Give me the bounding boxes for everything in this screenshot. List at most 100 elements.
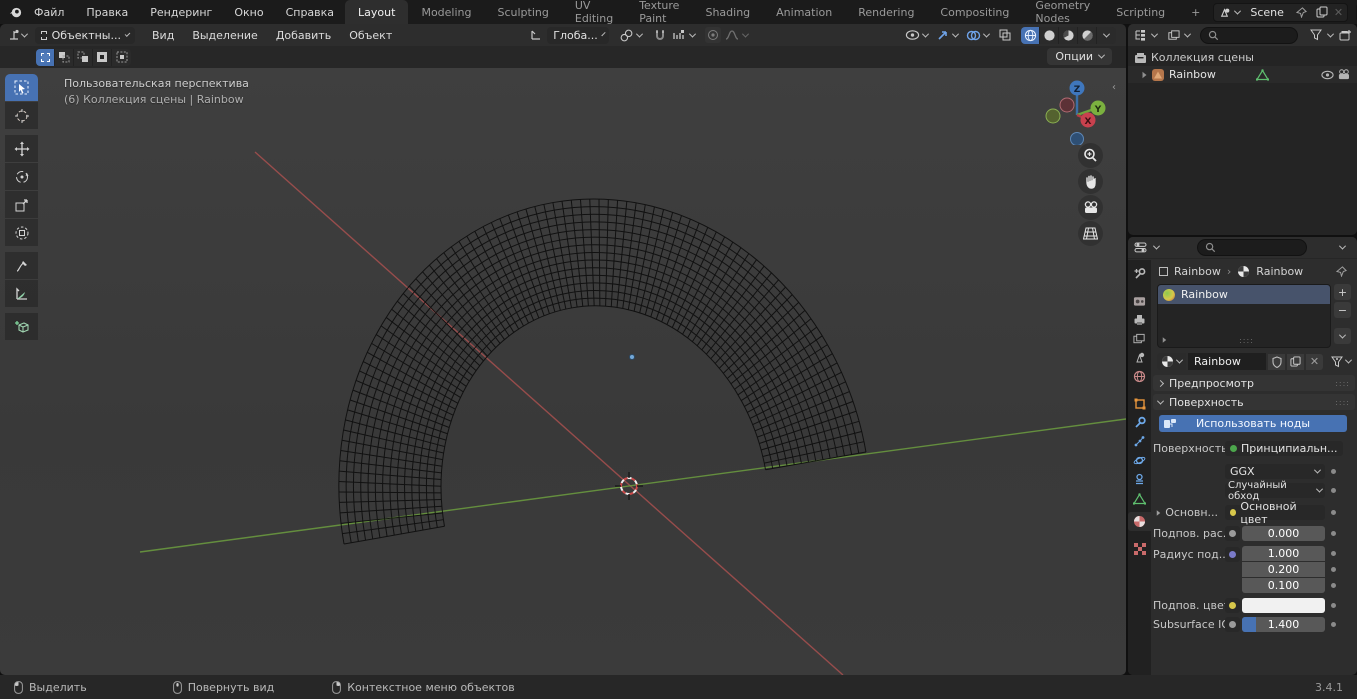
menu-select[interactable]: Выделение bbox=[183, 29, 267, 42]
editor-type-outliner-icon[interactable] bbox=[1132, 27, 1148, 43]
hide-eye-icon[interactable] bbox=[1319, 67, 1335, 83]
shading-wireframe-button[interactable] bbox=[1021, 26, 1040, 44]
workspace-tab-uv-editing[interactable]: UV Editing bbox=[562, 0, 626, 25]
use-nodes-button[interactable]: Использовать ноды bbox=[1159, 415, 1347, 432]
pin-id-icon[interactable] bbox=[1333, 263, 1349, 279]
properties-options-chevron[interactable] bbox=[1338, 242, 1347, 250]
sss-color-socket[interactable] bbox=[1225, 598, 1240, 613]
overlays-dropdown[interactable] bbox=[966, 29, 991, 42]
expand-icon[interactable] bbox=[1142, 71, 1147, 78]
workspace-tab-sculpting[interactable]: Sculpting bbox=[485, 0, 562, 24]
mode-selector[interactable]: Объектны... bbox=[35, 26, 135, 44]
properties-search[interactable] bbox=[1197, 239, 1307, 256]
animate-dot[interactable] bbox=[1330, 510, 1336, 515]
filter-icon[interactable] bbox=[1308, 27, 1324, 43]
tool-annotate[interactable] bbox=[5, 252, 38, 279]
gizmos-dropdown[interactable] bbox=[936, 28, 960, 42]
panel-grip[interactable]: :::: bbox=[1335, 398, 1350, 407]
options-dropdown[interactable]: Опции bbox=[1047, 48, 1112, 65]
workspace-tab-scripting[interactable]: Scripting bbox=[1103, 0, 1178, 24]
breadcrumb-object[interactable]: Rainbow bbox=[1174, 265, 1221, 278]
pin-scene-icon[interactable] bbox=[1294, 4, 1310, 20]
ior-socket[interactable] bbox=[1225, 617, 1240, 632]
tab-physics[interactable] bbox=[1128, 451, 1151, 470]
sss-radius-x[interactable]: 1.000 bbox=[1242, 546, 1325, 561]
editor-type-chevron-icon[interactable] bbox=[20, 30, 29, 38]
workspace-tab-modeling[interactable]: Modeling bbox=[408, 0, 484, 24]
tab-object-data[interactable] bbox=[1128, 489, 1151, 508]
browse-material-button[interactable] bbox=[1157, 353, 1186, 370]
select-mode-extend-button[interactable] bbox=[55, 48, 74, 66]
outliner-row-rainbow[interactable]: Rainbow bbox=[1128, 66, 1357, 83]
sss-radius-socket[interactable] bbox=[1225, 547, 1240, 562]
delete-scene-icon[interactable]: ✕ bbox=[1334, 6, 1343, 19]
menu-render[interactable]: Рендеринг bbox=[139, 0, 223, 24]
tool-scale[interactable] bbox=[5, 191, 38, 218]
select-mode-intersect-button[interactable] bbox=[112, 49, 131, 66]
snap-toggle[interactable] bbox=[652, 27, 668, 43]
select-mode-set-button[interactable] bbox=[36, 48, 55, 66]
workspace-tab-compositing[interactable]: Compositing bbox=[927, 0, 1022, 24]
tab-render[interactable] bbox=[1128, 291, 1151, 310]
tool-select-box[interactable] bbox=[5, 74, 38, 101]
select-mode-invert-button[interactable] bbox=[93, 48, 112, 66]
tool-rotate[interactable] bbox=[5, 163, 38, 190]
tab-texture[interactable] bbox=[1128, 539, 1151, 558]
outliner-editor-chevron[interactable] bbox=[1150, 30, 1159, 38]
menu-add[interactable]: Добавить bbox=[267, 29, 340, 42]
editor-type-3dview-icon[interactable] bbox=[6, 27, 22, 43]
tool-measure[interactable] bbox=[5, 280, 38, 307]
tab-object[interactable] bbox=[1128, 394, 1151, 413]
sidebar-toggle-arrow[interactable]: ‹ bbox=[1112, 82, 1116, 93]
outliner-row-scene-collection[interactable]: Коллекция сцены bbox=[1128, 49, 1357, 66]
surface-shader-dropdown[interactable]: Принципиальн... bbox=[1225, 441, 1343, 456]
animate-dot[interactable] bbox=[1330, 603, 1336, 608]
fake-user-shield-icon[interactable] bbox=[1268, 353, 1285, 370]
menu-object[interactable]: Объект bbox=[340, 29, 401, 42]
panel-grip[interactable]: :::: bbox=[1335, 379, 1350, 388]
tool-transform[interactable] bbox=[5, 219, 38, 246]
camera-view-button[interactable] bbox=[1078, 195, 1103, 220]
orientation-dropdown[interactable]: Глоба... bbox=[547, 26, 610, 44]
tool-add-cube[interactable] bbox=[5, 313, 38, 340]
sss-radius-z[interactable]: 0.100 bbox=[1242, 578, 1325, 593]
perspective-toggle-button[interactable] bbox=[1078, 221, 1103, 246]
new-collection-icon[interactable] bbox=[1337, 27, 1353, 43]
outliner-search[interactable] bbox=[1200, 26, 1298, 44]
select-mode-subtract-button[interactable] bbox=[74, 48, 93, 66]
snap-chevron-icon[interactable] bbox=[689, 30, 697, 38]
list-resize-grip[interactable]: :::: bbox=[1239, 336, 1254, 345]
shading-options-chevron[interactable] bbox=[1097, 27, 1116, 44]
sss-color-swatch[interactable] bbox=[1242, 598, 1325, 613]
sss-radius-y[interactable]: 0.200 bbox=[1242, 562, 1325, 577]
tab-modifiers[interactable] bbox=[1128, 413, 1151, 432]
object-visibility-dropdown[interactable] bbox=[905, 29, 930, 41]
add-slot-button[interactable]: + bbox=[1334, 284, 1351, 300]
copy-material-icon[interactable] bbox=[1287, 353, 1304, 370]
material-slot-selected[interactable]: Rainbow bbox=[1158, 285, 1330, 304]
workspace-tab-layout[interactable]: Layout bbox=[345, 0, 409, 24]
properties-editor-chevron[interactable] bbox=[1152, 242, 1161, 250]
snap-target-icon[interactable] bbox=[671, 27, 687, 43]
sss-weight-value[interactable]: 0.000 bbox=[1242, 526, 1325, 541]
panel-surface[interactable]: Поверхность :::: bbox=[1153, 394, 1355, 410]
workspace-tab-animation[interactable]: Animation bbox=[763, 0, 845, 24]
3d-viewport[interactable]: Пользовательская перспектива (6) Коллекц… bbox=[0, 68, 1126, 675]
outliner-display-mode-icon[interactable] bbox=[1165, 27, 1181, 43]
menu-edit[interactable]: Правка bbox=[75, 0, 139, 24]
tool-cursor[interactable] bbox=[5, 102, 38, 129]
menu-help[interactable]: Справка bbox=[275, 0, 345, 24]
add-workspace-button[interactable]: + bbox=[1178, 0, 1213, 24]
sss-weight-socket[interactable] bbox=[1225, 526, 1240, 541]
new-scene-icon[interactable] bbox=[1314, 4, 1330, 20]
animate-dot[interactable] bbox=[1330, 488, 1336, 493]
shading-material-button[interactable] bbox=[1059, 26, 1078, 44]
shading-rendered-button[interactable] bbox=[1078, 26, 1097, 44]
material-specials-dropdown[interactable] bbox=[1331, 356, 1353, 368]
menu-file[interactable]: Файл bbox=[23, 0, 75, 24]
tab-material[interactable] bbox=[1128, 512, 1151, 531]
slot-specials-button[interactable] bbox=[1334, 328, 1351, 344]
editor-type-properties-icon[interactable] bbox=[1132, 240, 1148, 256]
zoom-view-button[interactable] bbox=[1078, 143, 1103, 168]
pan-view-button[interactable] bbox=[1078, 169, 1103, 194]
